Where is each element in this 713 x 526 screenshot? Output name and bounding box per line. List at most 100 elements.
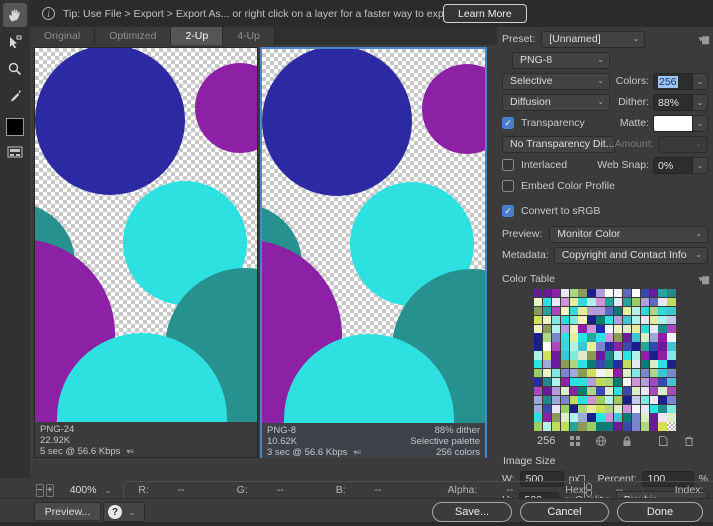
color-swatch[interactable] — [542, 386, 552, 396]
color-swatch[interactable] — [560, 404, 569, 413]
color-swatch[interactable] — [551, 333, 561, 342]
color-table-grid[interactable] — [534, 289, 676, 431]
delete-color-icon[interactable] — [683, 435, 695, 447]
original-preview-pane[interactable]: PNG-24 22.92K 5 sec @ 56.6 Kbps ▾≡ — [34, 47, 258, 458]
color-swatch[interactable] — [667, 386, 676, 396]
color-swatch[interactable] — [560, 369, 569, 378]
color-swatch[interactable] — [605, 422, 614, 431]
color-swatch[interactable] — [614, 377, 623, 387]
color-swatch[interactable] — [614, 386, 623, 396]
done-button[interactable]: Done — [617, 502, 703, 522]
color-swatch[interactable] — [551, 289, 561, 298]
color-swatch[interactable] — [534, 404, 543, 413]
embed-color-profile-checkbox[interactable] — [502, 180, 514, 192]
color-swatch[interactable] — [658, 306, 667, 316]
color-swatch[interactable] — [578, 315, 587, 324]
color-swatch[interactable] — [587, 395, 596, 404]
color-swatch[interactable] — [649, 297, 658, 307]
color-swatch[interactable] — [667, 333, 676, 342]
color-swatch[interactable] — [596, 404, 605, 413]
web-shift-icon[interactable] — [595, 435, 607, 447]
color-swatch[interactable] — [551, 315, 561, 324]
color-swatch[interactable] — [578, 395, 587, 404]
color-swatch[interactable] — [587, 289, 596, 298]
color-swatch[interactable] — [560, 386, 569, 396]
color-swatch[interactable] — [569, 377, 578, 387]
color-swatch[interactable] — [667, 404, 676, 413]
preview-select[interactable]: Monitor Color ⌄ — [549, 225, 708, 243]
color-swatch[interactable] — [569, 306, 578, 316]
color-swatch[interactable] — [542, 395, 552, 404]
color-swatch[interactable] — [578, 404, 587, 413]
color-reduction-select[interactable]: Selective ⌄ — [502, 72, 610, 90]
color-swatch[interactable] — [640, 289, 649, 298]
color-swatch[interactable] — [560, 377, 569, 387]
color-swatch[interactable] — [551, 422, 561, 431]
color-swatch[interactable] — [587, 404, 596, 413]
color-swatch[interactable] — [614, 333, 623, 342]
color-swatch[interactable] — [622, 351, 632, 360]
color-swatch[interactable] — [569, 369, 578, 378]
color-swatch[interactable] — [631, 360, 641, 369]
color-swatch[interactable] — [667, 422, 676, 431]
color-swatch[interactable] — [667, 342, 676, 351]
color-swatch[interactable] — [596, 315, 605, 324]
color-swatch[interactable] — [542, 324, 552, 333]
color-swatch[interactable] — [622, 377, 632, 387]
color-swatch[interactable] — [640, 377, 649, 387]
color-swatch[interactable] — [542, 404, 552, 413]
color-swatch[interactable] — [614, 395, 623, 404]
color-swatch[interactable] — [542, 377, 552, 387]
color-swatch[interactable] — [640, 351, 649, 360]
color-swatch[interactable] — [649, 360, 658, 369]
color-swatch[interactable] — [631, 386, 641, 396]
color-swatch[interactable] — [551, 324, 561, 333]
color-swatch[interactable] — [542, 369, 552, 378]
color-swatch[interactable] — [631, 413, 641, 422]
color-swatch[interactable] — [605, 289, 614, 298]
color-swatch[interactable] — [614, 342, 623, 351]
color-swatch[interactable] — [587, 377, 596, 387]
color-swatch[interactable] — [649, 315, 658, 324]
color-swatch[interactable] — [569, 342, 578, 351]
color-swatch[interactable] — [631, 351, 641, 360]
color-swatch[interactable] — [569, 324, 578, 333]
transparency-dither-select[interactable]: No Transparency Dit...⌄ — [502, 135, 615, 153]
color-swatch[interactable] — [542, 297, 552, 307]
color-swatch[interactable] — [667, 369, 676, 378]
color-swatch[interactable] — [658, 289, 667, 298]
color-swatch[interactable] — [534, 324, 543, 333]
matte-stepper[interactable]: ⌄ — [693, 114, 708, 132]
color-swatch[interactable] — [649, 386, 658, 396]
color-swatch[interactable] — [551, 342, 561, 351]
color-swatch[interactable] — [587, 360, 596, 369]
color-swatch[interactable] — [649, 369, 658, 378]
color-swatch[interactable] — [542, 351, 552, 360]
color-swatch[interactable] — [578, 386, 587, 396]
color-swatch[interactable] — [658, 342, 667, 351]
color-swatch[interactable] — [605, 297, 614, 307]
color-swatch[interactable] — [534, 386, 543, 396]
color-swatch[interactable] — [614, 297, 623, 307]
color-swatch[interactable] — [587, 333, 596, 342]
color-swatch[interactable] — [542, 360, 552, 369]
matte-swatch[interactable] — [653, 114, 693, 132]
toggle-slices-icon[interactable] — [3, 140, 27, 164]
color-swatch[interactable] — [605, 333, 614, 342]
color-swatch[interactable] — [631, 422, 641, 431]
color-swatch[interactable] — [649, 404, 658, 413]
color-swatch[interactable] — [640, 306, 649, 316]
color-swatch[interactable] — [578, 324, 587, 333]
zoom-in-button[interactable]: + — [45, 483, 54, 497]
color-swatch[interactable] — [667, 315, 676, 324]
color-swatch[interactable] — [587, 422, 596, 431]
tab-optimized[interactable]: Optimized — [95, 27, 172, 45]
color-swatch[interactable] — [578, 306, 587, 316]
color-swatch[interactable] — [658, 404, 667, 413]
preview-in-browser-button[interactable]: Preview... — [34, 502, 101, 521]
color-swatch[interactable] — [578, 422, 587, 431]
color-swatch[interactable] — [614, 413, 623, 422]
color-swatch[interactable] — [569, 289, 578, 298]
color-swatch[interactable] — [649, 342, 658, 351]
color-swatch[interactable] — [587, 413, 596, 422]
